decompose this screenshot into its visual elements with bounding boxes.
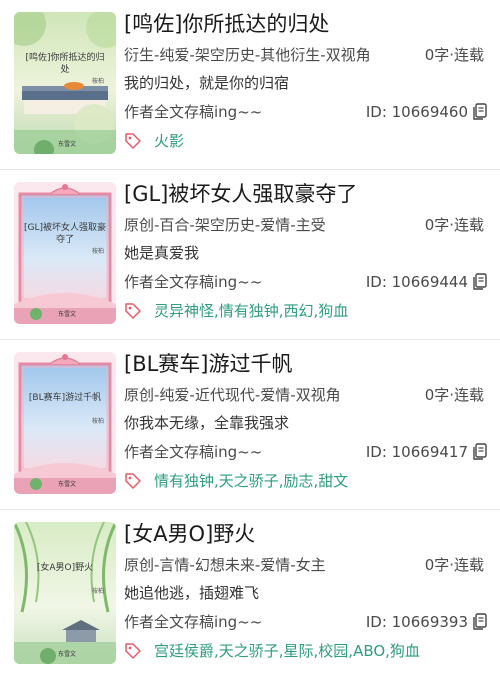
book-genre: 原创-纯爱-近代现代-爱情-双视角 (124, 386, 341, 404)
book-tags[interactable]: 火影 (154, 131, 184, 151)
book-title[interactable]: [GL]被坏女人强取豪夺了 (124, 180, 357, 208)
book-word-count-status: 0字·连载 (424, 216, 484, 234)
tag-icon (125, 303, 141, 319)
cover-title-text: [GL]被坏女人强取豪夺了 (24, 223, 107, 245)
cover-title-text: [鸣佐]你所抵达的归处 (25, 53, 105, 75)
cover-author-text: 桉柏 (91, 78, 104, 85)
book-update-note: 作者全文存稿ing~~ (124, 443, 263, 461)
copy-icon[interactable] (472, 103, 488, 121)
book-id: ID: 10669417 (365, 443, 468, 461)
book-id: ID: 10669460 (365, 103, 468, 121)
cover-title-text: [女A男O]野火 (36, 563, 94, 573)
book-update-note: 作者全文存稿ing~~ (124, 273, 263, 291)
book-id: ID: 10669444 (365, 273, 468, 291)
book-summary: 我的归处，就是你的归宿 (124, 74, 290, 92)
book-info: [鸣佐]你所抵达的归处 衍生-纯爱-架空历史-其他衍生-双视角 0字·连载 我的… (124, 0, 490, 170)
copy-icon[interactable] (472, 273, 488, 291)
book-word-count-status: 0字·连载 (424, 46, 484, 64)
book-info: [女A男O]野火 原创-言情-幻想未来-爱情-女主 0字·连载 她追他逃，插翅难… (124, 510, 490, 680)
book-info: [GL]被坏女人强取豪夺了 原创-百合-架空历史-爱情-主受 0字·连载 她是真… (124, 170, 490, 340)
book-word-count-status: 0字·连载 (424, 386, 484, 404)
cover-author-text: 桉柏 (91, 248, 104, 255)
book-cover[interactable]: [BL赛车]游过千帆 桉柏 东雪文 (14, 352, 116, 494)
book-list-item[interactable]: [BL赛车]游过千帆 桉柏 东雪文 [BL赛车]游过千帆 原创-纯爱-近代现代-… (0, 340, 500, 510)
cover-title-text: [BL赛车]游过千帆 (28, 393, 102, 403)
tag-icon (125, 473, 141, 489)
book-summary: 你我本无缘，全靠我强求 (124, 414, 290, 432)
book-info: [BL赛车]游过千帆 原创-纯爱-近代现代-爱情-双视角 0字·连载 你我本无缘… (124, 340, 490, 510)
book-summary: 她追他逃，插翅难飞 (124, 584, 260, 602)
book-word-count-status: 0字·连载 (424, 556, 484, 574)
book-tags[interactable]: 情有独钟,天之骄子,励志,甜文 (154, 471, 348, 491)
book-summary: 她是真爱我 (124, 244, 200, 262)
copy-icon[interactable] (472, 443, 488, 461)
cover-publisher-text: 东雪文 (58, 481, 77, 488)
book-cover[interactable]: [鸣佐]你所抵达的归处 桉柏 东雪文 (14, 12, 116, 154)
tag-icon (125, 133, 141, 149)
book-update-note: 作者全文存稿ing~~ (124, 103, 263, 121)
book-title[interactable]: [BL赛车]游过千帆 (124, 350, 293, 378)
book-tags[interactable]: 灵异神怪,情有独钟,西幻,狗血 (154, 301, 348, 321)
copy-icon[interactable] (472, 613, 488, 631)
cover-author-text: 桉柏 (91, 588, 104, 595)
book-tags[interactable]: 宫廷侯爵,天之骄子,星际,校园,ABO,狗血 (154, 641, 420, 661)
book-id: ID: 10669393 (365, 613, 468, 631)
book-genre: 原创-言情-幻想未来-爱情-女主 (124, 556, 326, 574)
book-title[interactable]: [鸣佐]你所抵达的归处 (124, 10, 329, 38)
book-genre: 原创-百合-架空历史-爱情-主受 (124, 216, 326, 234)
book-list: [鸣佐]你所抵达的归处 桉柏 东雪文 [鸣佐]你所抵达的归处 衍生-纯爱-架空历… (0, 0, 500, 688)
book-list-item[interactable]: [女A男O]野火 桉柏 东雪文 [女A男O]野火 原创-言情-幻想未来-爱情-女… (0, 510, 500, 680)
cover-publisher-text: 东雪文 (58, 651, 77, 658)
book-title[interactable]: [女A男O]野火 (124, 520, 255, 548)
book-list-item[interactable]: [鸣佐]你所抵达的归处 桉柏 东雪文 [鸣佐]你所抵达的归处 衍生-纯爱-架空历… (0, 0, 500, 170)
book-list-item[interactable]: [GL]被坏女人强取豪夺了 桉柏 东雪文 [GL]被坏女人强取豪夺了 原创-百合… (0, 170, 500, 340)
cover-publisher-text: 东雪文 (58, 311, 77, 318)
book-genre: 衍生-纯爱-架空历史-其他衍生-双视角 (124, 46, 371, 64)
cover-author-text: 桉柏 (91, 418, 104, 425)
book-cover[interactable]: [GL]被坏女人强取豪夺了 桉柏 东雪文 (14, 182, 116, 324)
book-cover[interactable]: [女A男O]野火 桉柏 东雪文 (14, 522, 116, 664)
book-update-note: 作者全文存稿ing~~ (124, 613, 263, 631)
cover-publisher-text: 东雪文 (58, 141, 77, 148)
tag-icon (125, 643, 141, 659)
